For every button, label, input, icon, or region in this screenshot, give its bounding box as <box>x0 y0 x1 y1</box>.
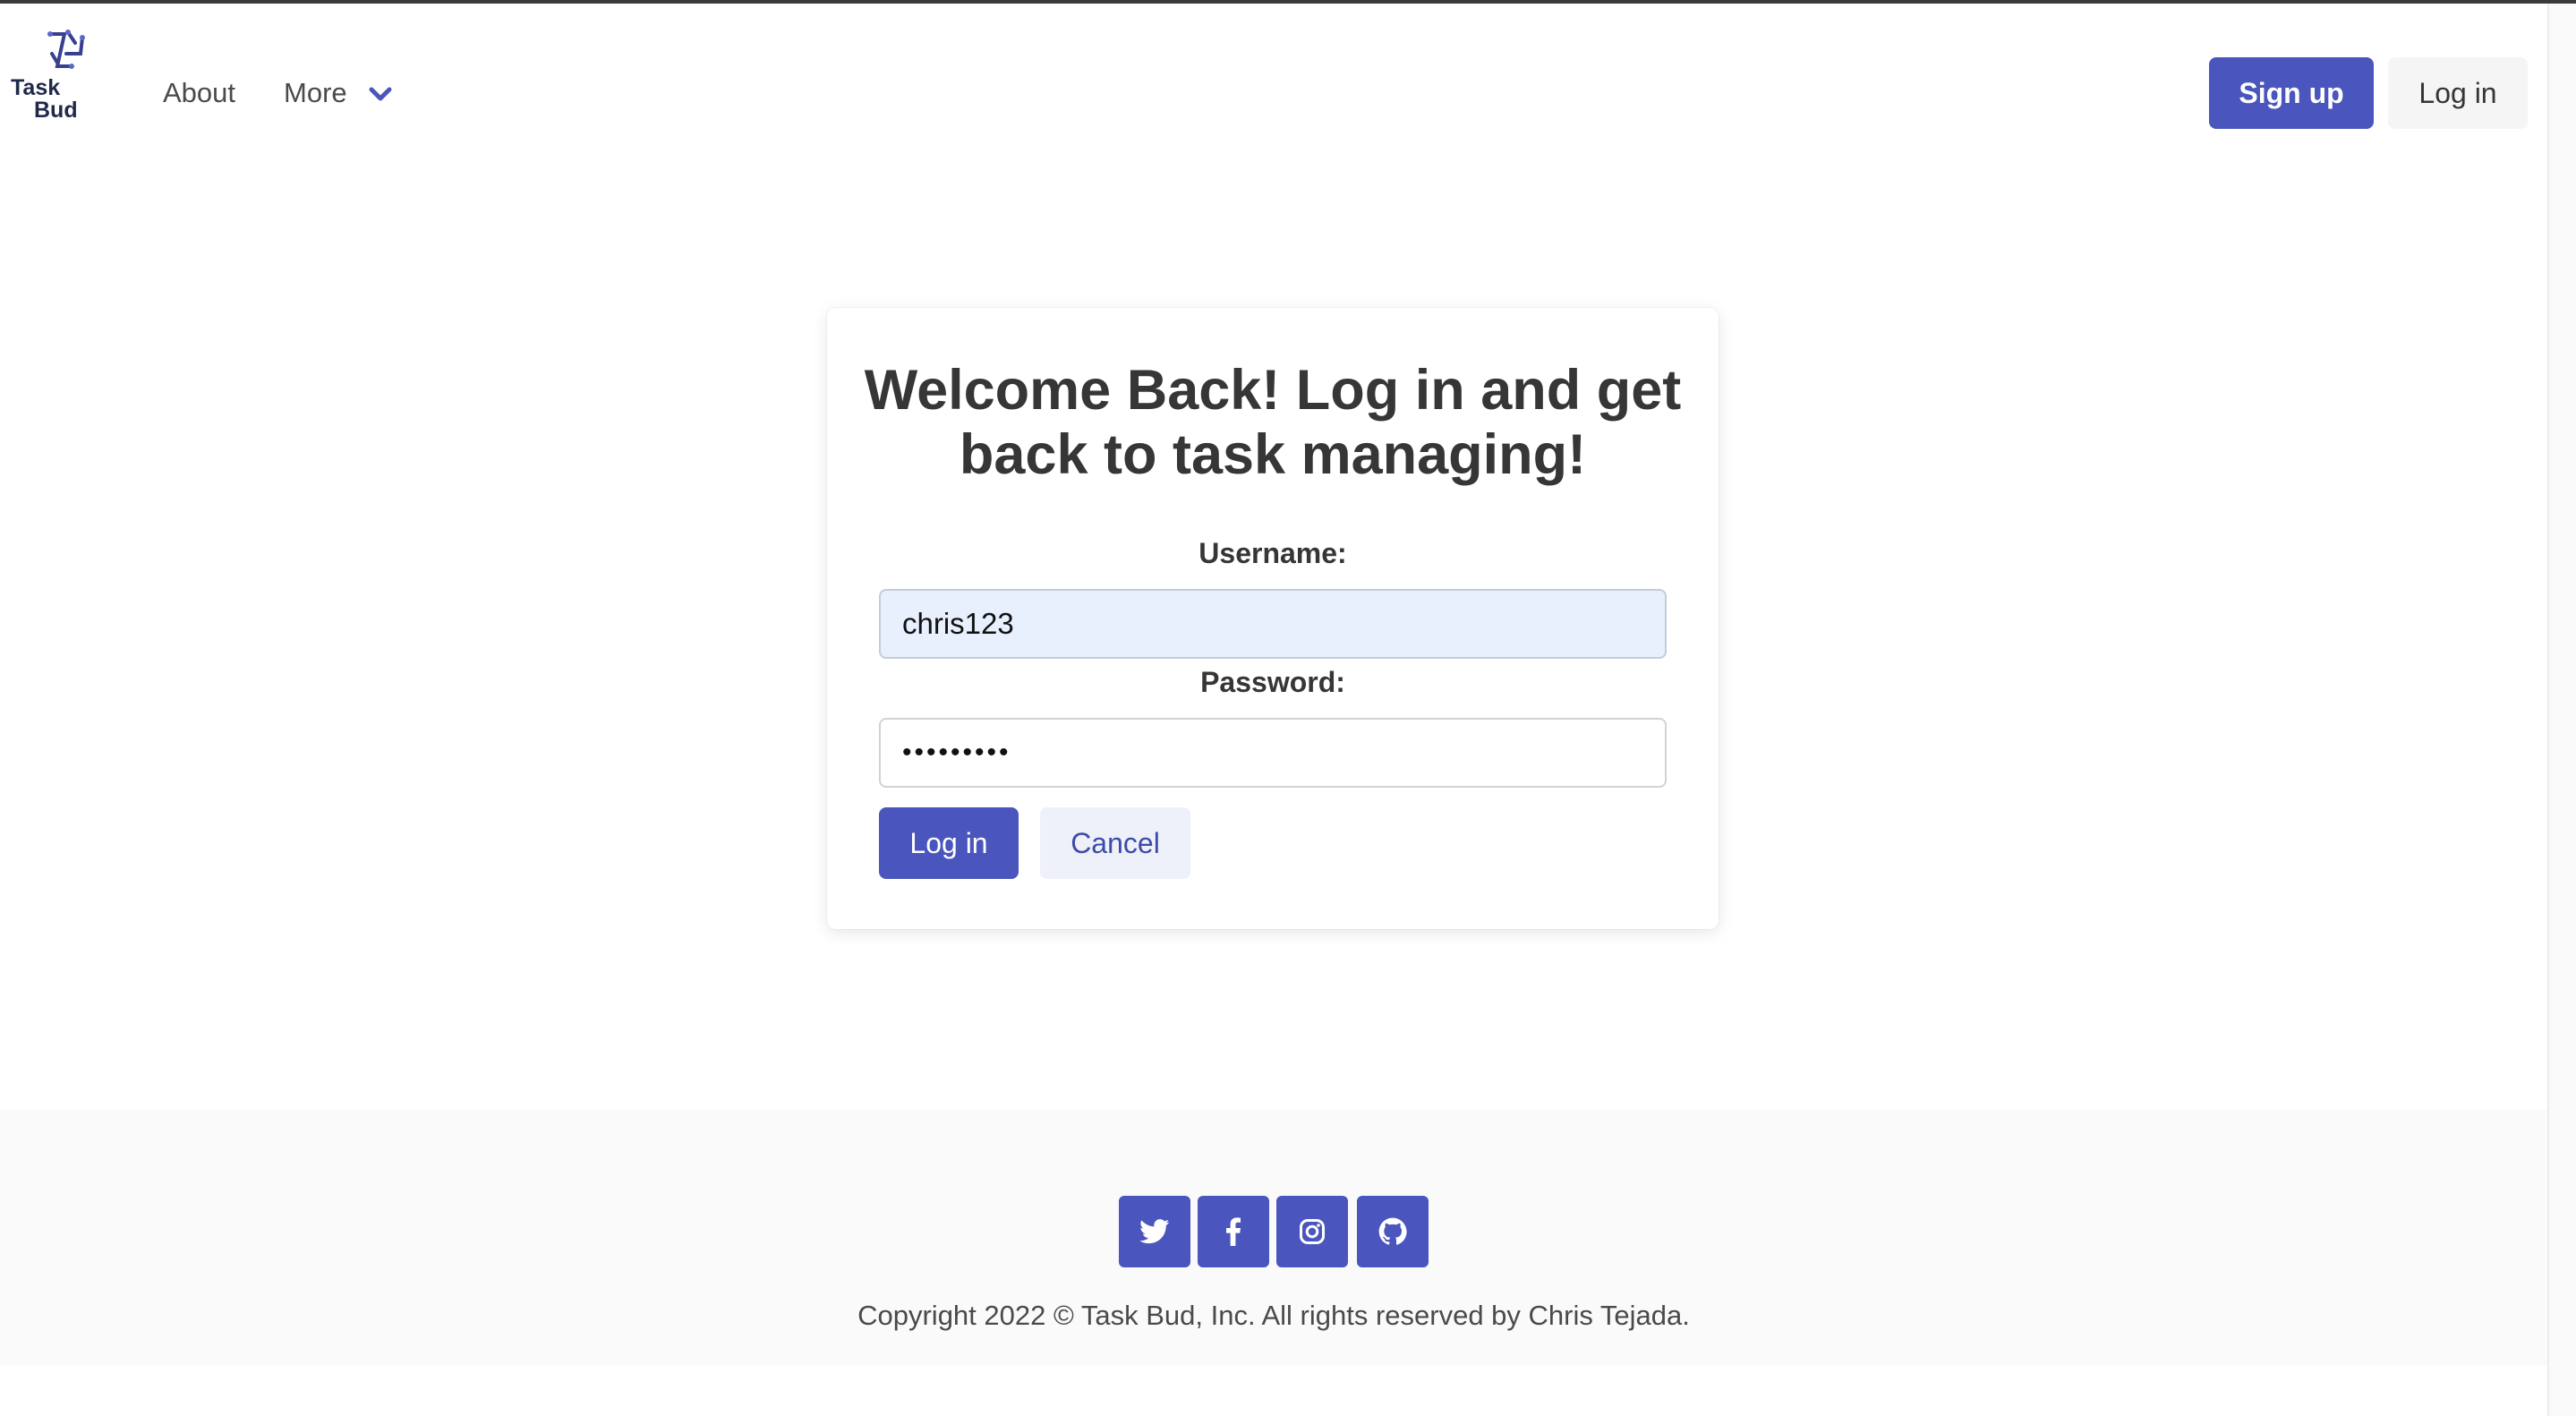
copyright-text: Copyright 2022 © Task Bud, Inc. All righ… <box>857 1300 1690 1331</box>
instagram-icon <box>1300 1219 1325 1244</box>
scrollbar-track[interactable] <box>2547 4 2576 1416</box>
twitter-button[interactable] <box>1119 1196 1190 1267</box>
window-top-border <box>0 0 2576 4</box>
github-icon <box>1378 1217 1407 1245</box>
logo-mark-icon <box>47 30 85 69</box>
username-label: Username: <box>1198 537 1347 569</box>
github-button[interactable] <box>1357 1196 1429 1267</box>
facebook-icon <box>1226 1217 1241 1246</box>
facebook-button[interactable] <box>1198 1196 1269 1267</box>
taskbud-logo[interactable]: Task Bud <box>9 27 98 124</box>
footer: Copyright 2022 © Task Bud, Inc. All righ… <box>0 1110 2547 1366</box>
logo-text-line2: Bud <box>34 98 78 123</box>
logo-text: Task Bud <box>11 77 78 122</box>
nav-about-link[interactable]: About <box>163 75 235 111</box>
twitter-icon <box>1139 1219 1170 1244</box>
login-title-line1: Welcome Back! Log in and get <box>864 359 1682 422</box>
cancel-button[interactable]: Cancel <box>1040 807 1190 879</box>
login-submit-button[interactable]: Log in <box>879 807 1019 879</box>
logo-text-line1: Task <box>11 75 61 100</box>
login-title-line2: back to task managing! <box>959 423 1587 486</box>
navbar-login-button[interactable]: Log in <box>2388 57 2528 129</box>
instagram-button[interactable] <box>1276 1196 1348 1267</box>
password-label: Password: <box>1200 666 1345 698</box>
password-input[interactable]: ••••••••• <box>879 718 1667 788</box>
nav-more-dropdown[interactable]: More <box>284 75 347 111</box>
signup-button[interactable]: Sign up <box>2209 57 2374 129</box>
chevron-down-icon[interactable] <box>369 86 392 102</box>
login-card: Welcome Back! Log in and get back to tas… <box>827 308 1719 929</box>
login-title: Welcome Back! Log in and get back to tas… <box>827 358 1719 487</box>
username-input[interactable]: chris123 <box>879 589 1667 659</box>
